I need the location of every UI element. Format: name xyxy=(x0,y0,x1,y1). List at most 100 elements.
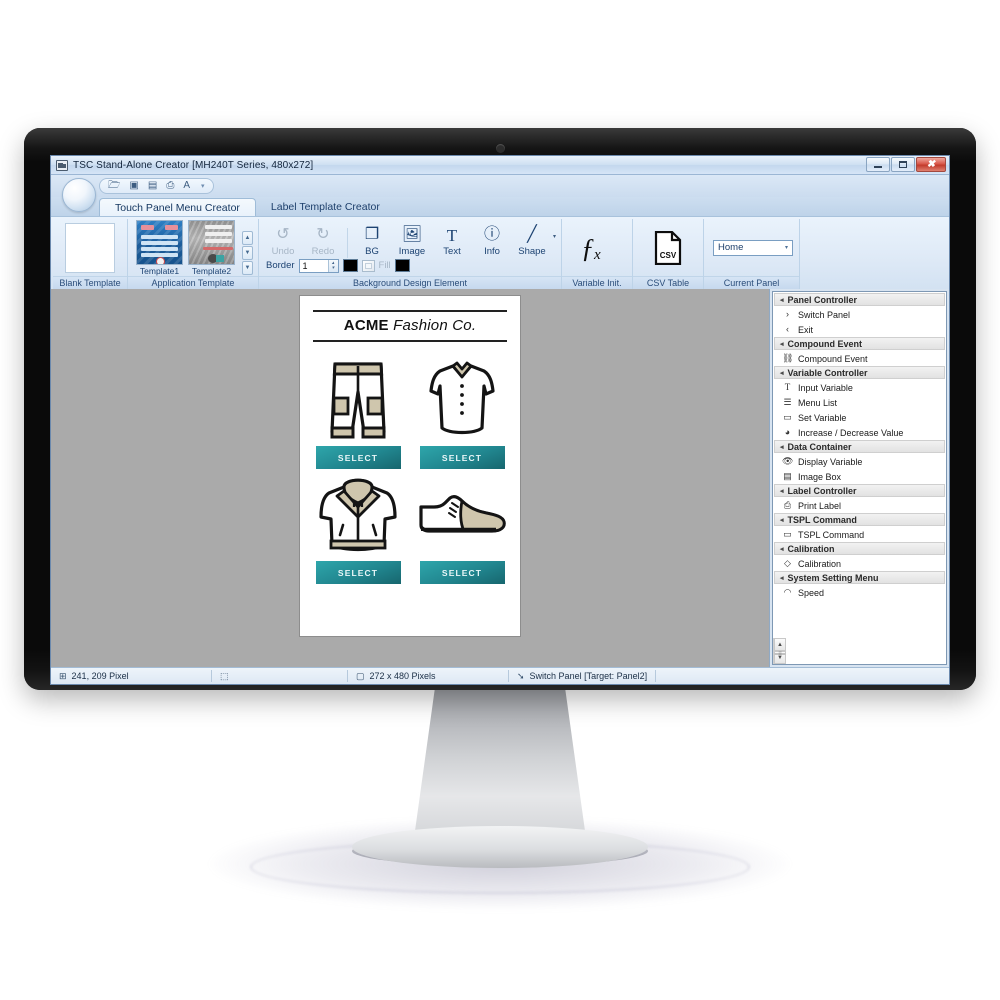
sidebar-group-panel-controller[interactable]: ◂ Panel Controller xyxy=(774,293,945,306)
gallery-scrollbar[interactable]: ▲ ▼ ▼ xyxy=(242,230,253,276)
sidebar-item-switch-panel[interactable]: › Switch Panel xyxy=(774,307,945,322)
select-button-shirt[interactable]: SELECT xyxy=(419,446,505,469)
ribbon-filler xyxy=(799,219,947,289)
save-icon[interactable]: ▣ xyxy=(129,181,138,191)
item-label: Switch Panel xyxy=(798,309,851,320)
button-label: SELECT xyxy=(441,452,483,463)
sidebar-group-tspl-command[interactable]: ◂ TSPL Command xyxy=(774,513,945,526)
sidebar-item-tspl-command[interactable]: ▭ TSPL Command xyxy=(774,527,945,542)
open-icon[interactable]: 🗁 xyxy=(108,181,120,191)
button-label: Text xyxy=(443,245,461,257)
border-width-stepper[interactable]: ▴ ▾ xyxy=(327,259,338,272)
collapse-icon: ◂ xyxy=(780,369,784,377)
speed-icon: ◠ xyxy=(783,587,792,597)
shape-button[interactable]: ╱ Shape xyxy=(513,226,551,257)
text-button[interactable]: T Text xyxy=(433,226,471,257)
sidebar-group-compound-event[interactable]: ◂ Compound Event xyxy=(774,337,945,350)
variable-init-button[interactable]: ƒ x xyxy=(567,219,627,276)
chevron-down-icon[interactable]: ▾ xyxy=(201,182,205,190)
sidebar-item-display-variable[interactable]: 👁 Display Variable xyxy=(774,454,945,469)
blank-template-thumbnail[interactable] xyxy=(65,222,115,273)
group-title: TSPL Command xyxy=(787,514,857,525)
info-button[interactable]: ⓘ Info xyxy=(473,226,511,257)
canvas-size-icon: ▢ xyxy=(356,670,365,681)
item-label: Print Label xyxy=(798,500,842,511)
gallery-item-template1[interactable]: Template1 xyxy=(136,219,183,276)
csv-file-icon: CSV xyxy=(654,230,682,266)
redo-button[interactable]: ↻ Redo xyxy=(304,226,342,257)
tab-label-template-creator[interactable]: Label Template Creator xyxy=(256,198,395,216)
sidebar-item-print-label[interactable]: ⎙ Print Label xyxy=(774,498,945,513)
tab-label: Touch Panel Menu Creator xyxy=(115,201,240,214)
webcam-icon xyxy=(495,144,505,153)
close-button[interactable]: ✖ xyxy=(916,157,946,172)
product-cell-shoe: SELECT xyxy=(413,471,511,584)
sidebar-group-data-container[interactable]: ◂ Data Container xyxy=(774,440,945,453)
sidebar-item-image-box[interactable]: ▤ Image Box xyxy=(774,469,945,484)
border-label: Border xyxy=(266,260,295,271)
fill-toggle-icon[interactable] xyxy=(361,259,375,272)
monitor-stand-neck xyxy=(414,690,586,838)
cursor-icon: ➘ xyxy=(517,670,525,681)
image-button[interactable]: 🖼 Image xyxy=(393,226,431,257)
select-button-shoe[interactable]: SELECT xyxy=(419,561,505,584)
workspace: ACME Fashion Co. SELECT SELECT SELECT SE… xyxy=(51,289,949,667)
select-button-hoodie[interactable]: SELECT xyxy=(315,561,401,584)
undo-button[interactable]: ↺ Undo xyxy=(264,226,302,257)
status-bar: ⊞ 241, 209 Pixel ⬚ ▢ 272 x 480 Pixels ➘ … xyxy=(51,667,949,684)
scroll-up-icon[interactable]: ▲ xyxy=(774,638,786,651)
sidebar-group-variable-controller[interactable]: ◂ Variable Controller xyxy=(774,366,945,379)
sidebar-item-speed[interactable]: ◠ Speed xyxy=(774,585,945,600)
design-canvas[interactable]: ACME Fashion Co. SELECT SELECT SELECT SE… xyxy=(299,295,521,637)
print-icon[interactable]: ⎙ xyxy=(166,181,174,191)
gallery-expand-icon[interactable]: ▼ xyxy=(242,261,253,276)
canvas-area[interactable]: ACME Fashion Co. SELECT SELECT SELECT SE… xyxy=(51,289,769,667)
image-icon: 🖼 xyxy=(401,226,423,243)
sidebar-group-label-controller[interactable]: ◂ Label Controller xyxy=(774,484,945,497)
current-panel-select[interactable]: Home ▾ xyxy=(713,239,794,256)
divider xyxy=(655,670,657,682)
collapse-icon: ◂ xyxy=(780,545,784,553)
sidebar-scrollbar[interactable]: ▲ ≡ ▼ xyxy=(773,638,786,664)
collapse-icon: ◂ xyxy=(780,574,784,582)
office-orb-button[interactable] xyxy=(62,178,96,212)
gallery-scroll-down-icon[interactable]: ▼ xyxy=(242,245,253,261)
logo-text: ACME Fashion Co. xyxy=(313,312,507,340)
maximize-button[interactable] xyxy=(891,157,915,172)
border-width-input[interactable]: 1 ▴ ▾ xyxy=(298,258,339,273)
scrollbar-grip-icon: ≡ xyxy=(778,651,782,657)
fill-color-swatch[interactable] xyxy=(394,259,410,272)
minimize-button[interactable] xyxy=(866,157,890,172)
scrollbar-thumb[interactable]: ≡ xyxy=(774,651,786,657)
item-label: Input Variable xyxy=(798,382,853,393)
save-as-icon[interactable]: ▤ xyxy=(148,181,157,191)
gallery-scroll-up-icon[interactable]: ▲ xyxy=(242,230,253,245)
sidebar-item-calibration[interactable]: ◇ Calibration xyxy=(774,556,945,571)
border-color-swatch[interactable] xyxy=(342,259,358,272)
tab-touch-panel-menu-creator[interactable]: Touch Panel Menu Creator xyxy=(99,198,256,216)
sidebar-item-exit[interactable]: ‹ Exit xyxy=(774,322,945,337)
bg-button[interactable]: ❐ BG xyxy=(353,226,391,257)
product-cell-shirt: SELECT xyxy=(413,356,511,469)
sidebar-item-input-variable[interactable]: T Input Variable xyxy=(774,380,945,395)
selection-icon: ⬚ xyxy=(220,670,229,681)
sidebar-item-compound-event[interactable]: ⛓ Compound Event xyxy=(774,351,945,366)
window-title: TSC Stand-Alone Creator [MH240T Series, … xyxy=(73,159,314,171)
group-title: Current Panel xyxy=(704,276,800,289)
ribbon-group-current-panel: Home ▾ Current Panel xyxy=(703,219,800,289)
sidebar-item-set-variable[interactable]: ▭ Set Variable xyxy=(774,410,945,425)
font-icon[interactable]: A xyxy=(183,181,190,191)
template1-label: Template1 xyxy=(139,265,180,276)
overflow-caret-icon[interactable]: ▾ xyxy=(553,233,556,240)
status-cell-target: ➘ Switch Panel [Target: Panel2] xyxy=(509,668,655,684)
eye-icon: 👁 xyxy=(782,456,794,466)
sidebar-item-menu-list[interactable]: ☰ Menu List xyxy=(774,395,945,410)
group-title: Calibration xyxy=(787,543,835,554)
sidebar-group-calibration[interactable]: ◂ Calibration xyxy=(774,542,945,555)
sidebar-group-system-setting-menu[interactable]: ◂ System Setting Menu xyxy=(774,571,945,584)
csv-table-button[interactable]: CSV xyxy=(638,219,698,276)
sidebar-item-increase-decrease-value[interactable]: ◕ Increase / Decrease Value xyxy=(774,425,945,440)
grid-icon: ⊞ xyxy=(59,670,67,681)
gallery-item-template2[interactable]: Template2 xyxy=(188,219,235,276)
select-button-pants[interactable]: SELECT xyxy=(315,446,401,469)
